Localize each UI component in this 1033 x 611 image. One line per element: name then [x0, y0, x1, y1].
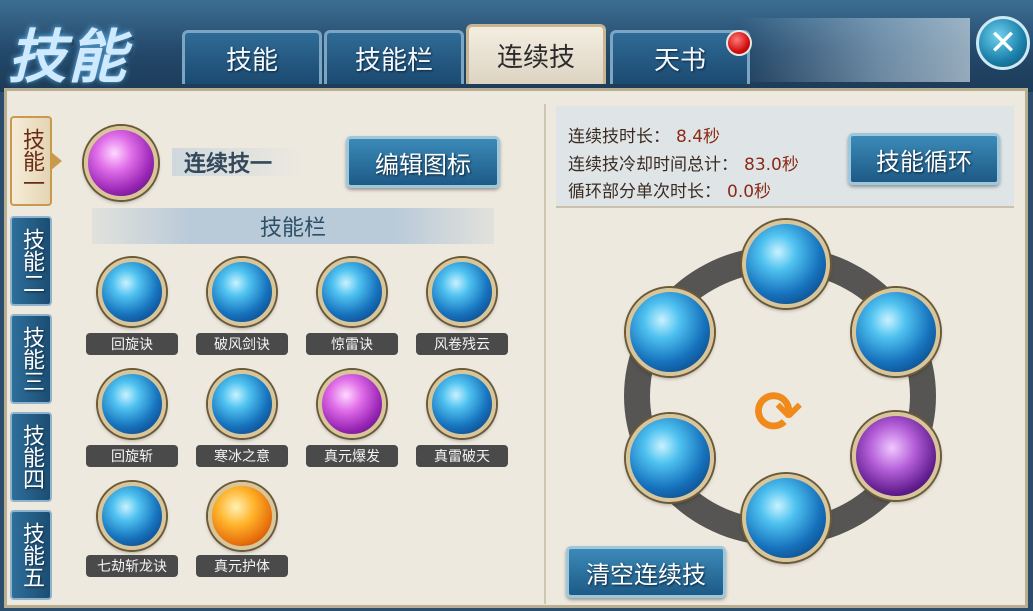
stat-loop-value: 0.0秒 — [727, 182, 772, 202]
ice-blade-icon[interactable] — [98, 370, 166, 438]
side-tab-label: 技能五 — [19, 522, 44, 588]
water-pillar-icon[interactable] — [98, 482, 166, 550]
stat-loop: 循环部分单次时长： 0.0秒 — [568, 177, 771, 202]
combo-slot-thunder-icon[interactable] — [852, 288, 940, 376]
skill-label: 惊雷诀 — [306, 333, 398, 355]
skill-label: 风卷残云 — [416, 333, 508, 355]
skill-label: 寒冰之意 — [196, 445, 288, 467]
combo-slot-ice-crystal-icon[interactable] — [742, 474, 830, 562]
clear-combo-button[interactable]: 清空连续技 — [566, 546, 726, 598]
thunder-strike-icon[interactable] — [428, 370, 496, 438]
stat-duration-label: 连续技时长： — [568, 127, 670, 147]
purple-burst-icon[interactable] — [318, 370, 386, 438]
side-tab-skill-5[interactable]: 技能五 — [10, 510, 52, 600]
tab-skills[interactable]: 技能 — [182, 30, 322, 84]
combo-slot-ice-blade-icon[interactable] — [626, 414, 714, 502]
side-tab-skill-3[interactable]: 技能三 — [10, 314, 52, 404]
side-tab-skill-2[interactable]: 技能二 — [10, 216, 52, 306]
vortex-icon[interactable] — [428, 258, 496, 326]
close-icon: ✕ — [988, 23, 1018, 63]
combo-slot-lightning-icon[interactable] — [626, 288, 714, 376]
skill-label: 回旋诀 — [86, 333, 178, 355]
stat-cooldown: 连续技冷却时间总计： 83.0秒 — [568, 150, 799, 175]
skill-bar-title: 技能栏 — [92, 208, 494, 244]
tab-combo[interactable]: 连续技 — [466, 24, 606, 84]
skill-label: 真雷破天 — [416, 445, 508, 467]
skill-cycle-button[interactable]: 技能循环 — [848, 133, 1000, 185]
side-tab-skill-1[interactable]: 技能一 — [10, 116, 62, 206]
skill-label: 七劫斩龙诀 — [86, 555, 178, 577]
combo-slot-purple-icon[interactable] — [852, 412, 940, 500]
combo-icon[interactable] — [84, 126, 158, 200]
blue-slash-icon[interactable] — [98, 258, 166, 326]
skill-label: 破风剑诀 — [196, 333, 288, 355]
combo-slot-vortex-icon[interactable] — [742, 220, 830, 308]
window-title: 技能 — [8, 23, 129, 91]
skill-label: 真元护体 — [196, 555, 288, 577]
side-tab-label: 技能二 — [19, 228, 44, 294]
side-tab-label: 技能三 — [19, 326, 44, 392]
stat-loop-label: 循环部分单次时长： — [568, 182, 721, 202]
close-button[interactable]: ✕ — [976, 16, 1030, 70]
cycle-arrows-icon[interactable]: ⟳ — [742, 383, 814, 441]
lightning-icon[interactable] — [318, 258, 386, 326]
stat-cooldown-label: 连续技冷却时间总计： — [568, 155, 738, 175]
tab-skill-bar[interactable]: 技能栏 — [324, 30, 464, 84]
orange-shield-icon[interactable] — [208, 482, 276, 550]
skill-label: 真元爆发 — [306, 445, 398, 467]
side-tab-label: 技能一 — [19, 128, 44, 194]
side-tab-skill-4[interactable]: 技能四 — [10, 412, 52, 502]
stat-duration-value: 8.4秒 — [676, 127, 721, 147]
panel-divider — [544, 104, 546, 604]
edit-icon-button[interactable]: 编辑图标 — [346, 136, 500, 188]
notification-badge — [726, 30, 752, 56]
ice-crystal-icon[interactable] — [208, 370, 276, 438]
skill-label: 回旋斩 — [86, 445, 178, 467]
stat-duration: 连续技时长： 8.4秒 — [568, 122, 720, 147]
stat-cooldown-value: 83.0秒 — [744, 155, 799, 175]
side-tab-label: 技能四 — [19, 424, 44, 490]
combo-name: 连续技一 — [184, 152, 273, 177]
wind-lines-icon[interactable] — [208, 258, 276, 326]
